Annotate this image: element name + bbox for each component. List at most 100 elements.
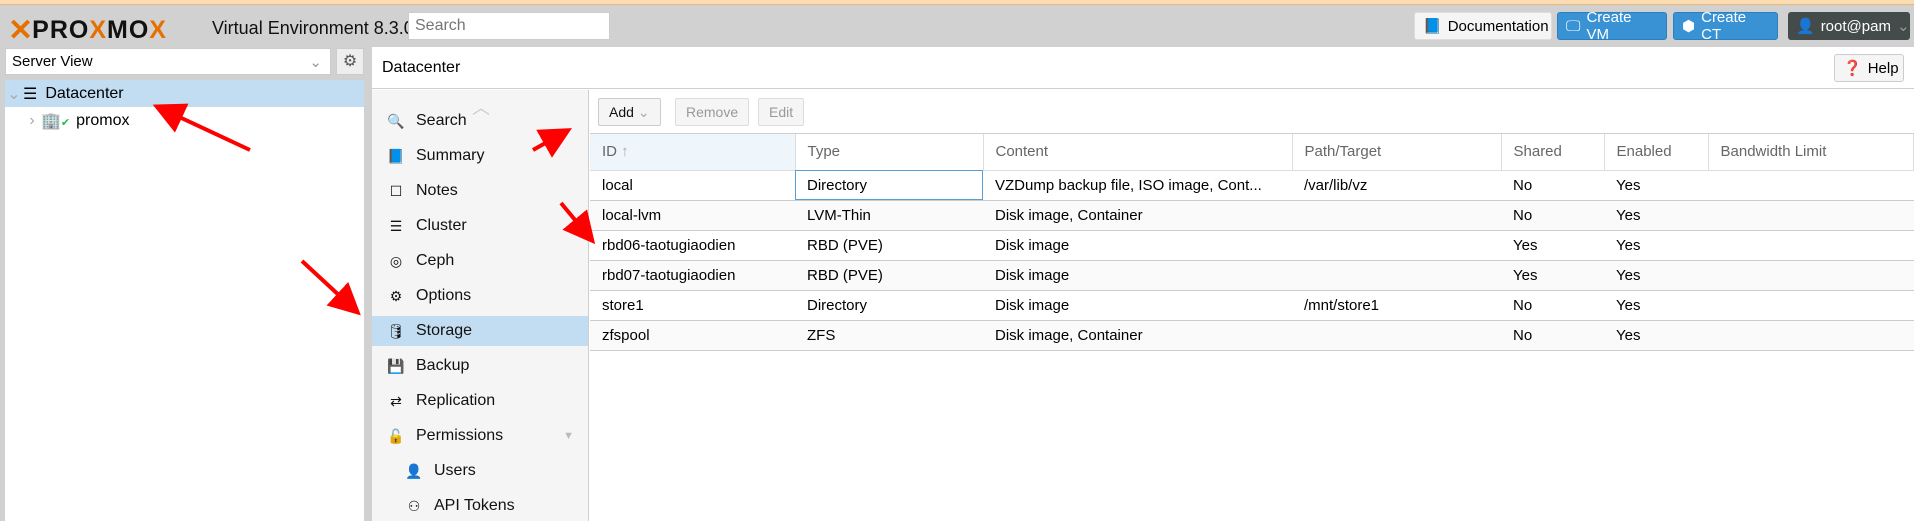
table-cell	[1708, 290, 1914, 321]
create-ct-button[interactable]: ⬢ Create CT	[1673, 9, 1778, 43]
table-cell: Yes	[1501, 260, 1604, 291]
nav-item-summary[interactable]: 📘 Summary	[372, 141, 588, 171]
nav-item-label: Users	[434, 462, 476, 479]
chevron-down-icon: ⌄	[309, 54, 322, 71]
table-cell: zfspool	[590, 320, 795, 351]
table-cell: VZDump backup file, ISO image, Cont...	[983, 170, 1292, 201]
table-row[interactable]: zfspool ZFS Disk image, Container No Yes	[590, 320, 1914, 351]
panel-splitter[interactable]	[364, 47, 372, 521]
table-cell: Yes	[1604, 290, 1708, 321]
table-cell	[1708, 170, 1914, 201]
table-cell: /var/lib/vz	[1292, 170, 1501, 201]
nav-item-search[interactable]: 🔍 Search	[372, 106, 588, 136]
top-bar: ✕PROXMOX Virtual Environment 8.3.0 📘Docu…	[0, 5, 1914, 47]
search-icon: 🔍	[387, 112, 405, 129]
table-cell: /mnt/store1	[1292, 290, 1501, 321]
help-button[interactable]: ❓ Help	[1834, 54, 1904, 82]
table-cell: No	[1501, 290, 1604, 321]
nav-item-api-tokens[interactable]: ⚇ API Tokens	[372, 491, 588, 521]
nav-item-label: Notes	[416, 182, 458, 199]
column-header-path-target[interactable]: Path/Target	[1292, 134, 1502, 171]
global-search-input[interactable]	[408, 12, 610, 40]
expand-icon: ⌄	[7, 85, 21, 103]
table-cell: ZFS	[795, 320, 983, 351]
table-cell	[1292, 320, 1501, 351]
book-icon: 📘	[1423, 18, 1442, 35]
nav-item-label: API Tokens	[434, 497, 515, 514]
table-row[interactable]: local Directory VZDump backup file, ISO im…	[590, 170, 1914, 201]
nav-item-backup[interactable]: 💾 Backup	[372, 351, 588, 381]
documentation-button[interactable]: 📘 Documentation	[1414, 12, 1552, 40]
database-icon: 🛢	[387, 322, 405, 339]
table-cell: Yes	[1604, 230, 1708, 261]
column-header-shared[interactable]: Shared	[1501, 134, 1605, 171]
resource-tree-panel: Server View ⌄ ⚙ ⌄ ☰ Datacenter › 🏢✔ promox	[0, 47, 364, 521]
table-cell: rbd07-taotugiaodien	[590, 260, 795, 291]
table-cell: local-lvm	[590, 200, 795, 231]
proxmox-logo: ✕ PROXMOX	[8, 14, 167, 47]
table-cell	[1708, 200, 1914, 231]
nav-item-ceph[interactable]: ◎ Ceph	[372, 246, 588, 276]
edit-button[interactable]: Edit	[758, 98, 805, 126]
user-icon: 👤	[405, 462, 423, 479]
nav-item-storage[interactable]: 🛢 Storage	[372, 316, 588, 346]
view-selector[interactable]: Server View ⌄	[5, 48, 331, 75]
nav-item-replication[interactable]: ⇄ Replication	[372, 386, 588, 416]
panel-title: Datacenter ❓ Help	[372, 47, 1914, 89]
table-cell	[1708, 230, 1914, 261]
table-cell: Disk image	[983, 260, 1292, 291]
table-cell: No	[1501, 320, 1604, 351]
storage-table: ID ↑ Type Content Path/Target Shared Enabled B…	[590, 134, 1914, 351]
table-cell	[1292, 230, 1501, 261]
table-cell: store1	[590, 290, 795, 321]
user-icon: 👤	[1796, 18, 1815, 35]
table-row[interactable]: store1 Directory Disk image/mnt/store1 No Ye…	[590, 290, 1914, 321]
nav-item-options[interactable]: ⚙ Options	[372, 281, 588, 311]
column-header-enabled[interactable]: Enabled	[1604, 134, 1709, 171]
column-header-type[interactable]: Type	[795, 134, 984, 171]
nav-item-label: Backup	[416, 357, 470, 374]
tree-node-datacenter[interactable]: ⌄ ☰ Datacenter	[5, 80, 364, 107]
server-rack-icon: ☰	[23, 85, 38, 103]
table-row[interactable]: local-lvm LVM-Thin Disk image, Container No…	[590, 200, 1914, 231]
datacenter-nav: ︿ 🔍 Search 📘 Summary ☐ Notes ☰ Cluster ◎ Ceph ⚙ Opt…	[372, 90, 589, 521]
table-cell: Directory	[795, 290, 983, 321]
server-icon: ☰	[389, 217, 403, 234]
monitor-icon: 🖵	[1566, 17, 1581, 35]
user-menu-button[interactable]: 👤 root@pam ⌄	[1788, 12, 1910, 40]
table-cell	[1708, 320, 1914, 351]
nav-item-permissions[interactable]: 🔓 Permissions ▼	[372, 421, 588, 451]
chevron-down-icon: ⌄	[637, 104, 650, 120]
table-cell: Directory	[795, 170, 983, 201]
table-row[interactable]: rbd06-taotugiaodien RBD (PVE) Disk image Ye…	[590, 230, 1914, 261]
nav-item-notes[interactable]: ☐ Notes	[372, 176, 588, 206]
remove-button[interactable]: Remove	[675, 98, 750, 126]
resource-tree: ⌄ ☰ Datacenter › 🏢✔ promox	[5, 80, 364, 521]
storage-grid: Add ⌄ Remove Edit ID ↑ Type Content Path/Ta…	[590, 90, 1914, 521]
column-header-content[interactable]: Content	[983, 134, 1293, 171]
table-cell: LVM-Thin	[795, 200, 983, 231]
cube-icon: ⬢	[1682, 18, 1696, 35]
tree-settings-button[interactable]: ⚙	[336, 48, 364, 75]
column-header-bandwidth-limit[interactable]: Bandwidth Limit	[1708, 134, 1914, 171]
table-cell: Yes	[1604, 170, 1708, 201]
nav-item-cluster[interactable]: ☰ Cluster	[372, 211, 588, 241]
nav-item-users[interactable]: 👤 Users	[372, 456, 588, 486]
gear-icon: ⚙	[389, 287, 403, 304]
nav-item-label: Search	[416, 112, 467, 129]
table-cell	[1292, 200, 1501, 231]
table-cell	[1292, 260, 1501, 291]
nav-item-label: Options	[416, 287, 472, 304]
column-header-id[interactable]: ID ↑	[590, 134, 796, 171]
table-cell: RBD (PVE)	[795, 230, 983, 261]
note-icon: ☐	[389, 182, 403, 199]
nav-item-label: Permissions	[416, 427, 504, 444]
unlock-icon: 🔓	[387, 427, 405, 444]
tree-node-promox[interactable]: › 🏢✔ promox	[5, 107, 364, 134]
create-vm-button[interactable]: 🖵 Create VM	[1557, 9, 1667, 43]
add-button[interactable]: Add ⌄	[598, 98, 661, 126]
table-row[interactable]: rbd07-taotugiaodien RBD (PVE) Disk image Ye…	[590, 260, 1914, 291]
nav-item-label: Ceph	[416, 252, 455, 269]
floppy-icon: 💾	[387, 357, 405, 374]
nav-item-label: Cluster	[416, 217, 467, 234]
